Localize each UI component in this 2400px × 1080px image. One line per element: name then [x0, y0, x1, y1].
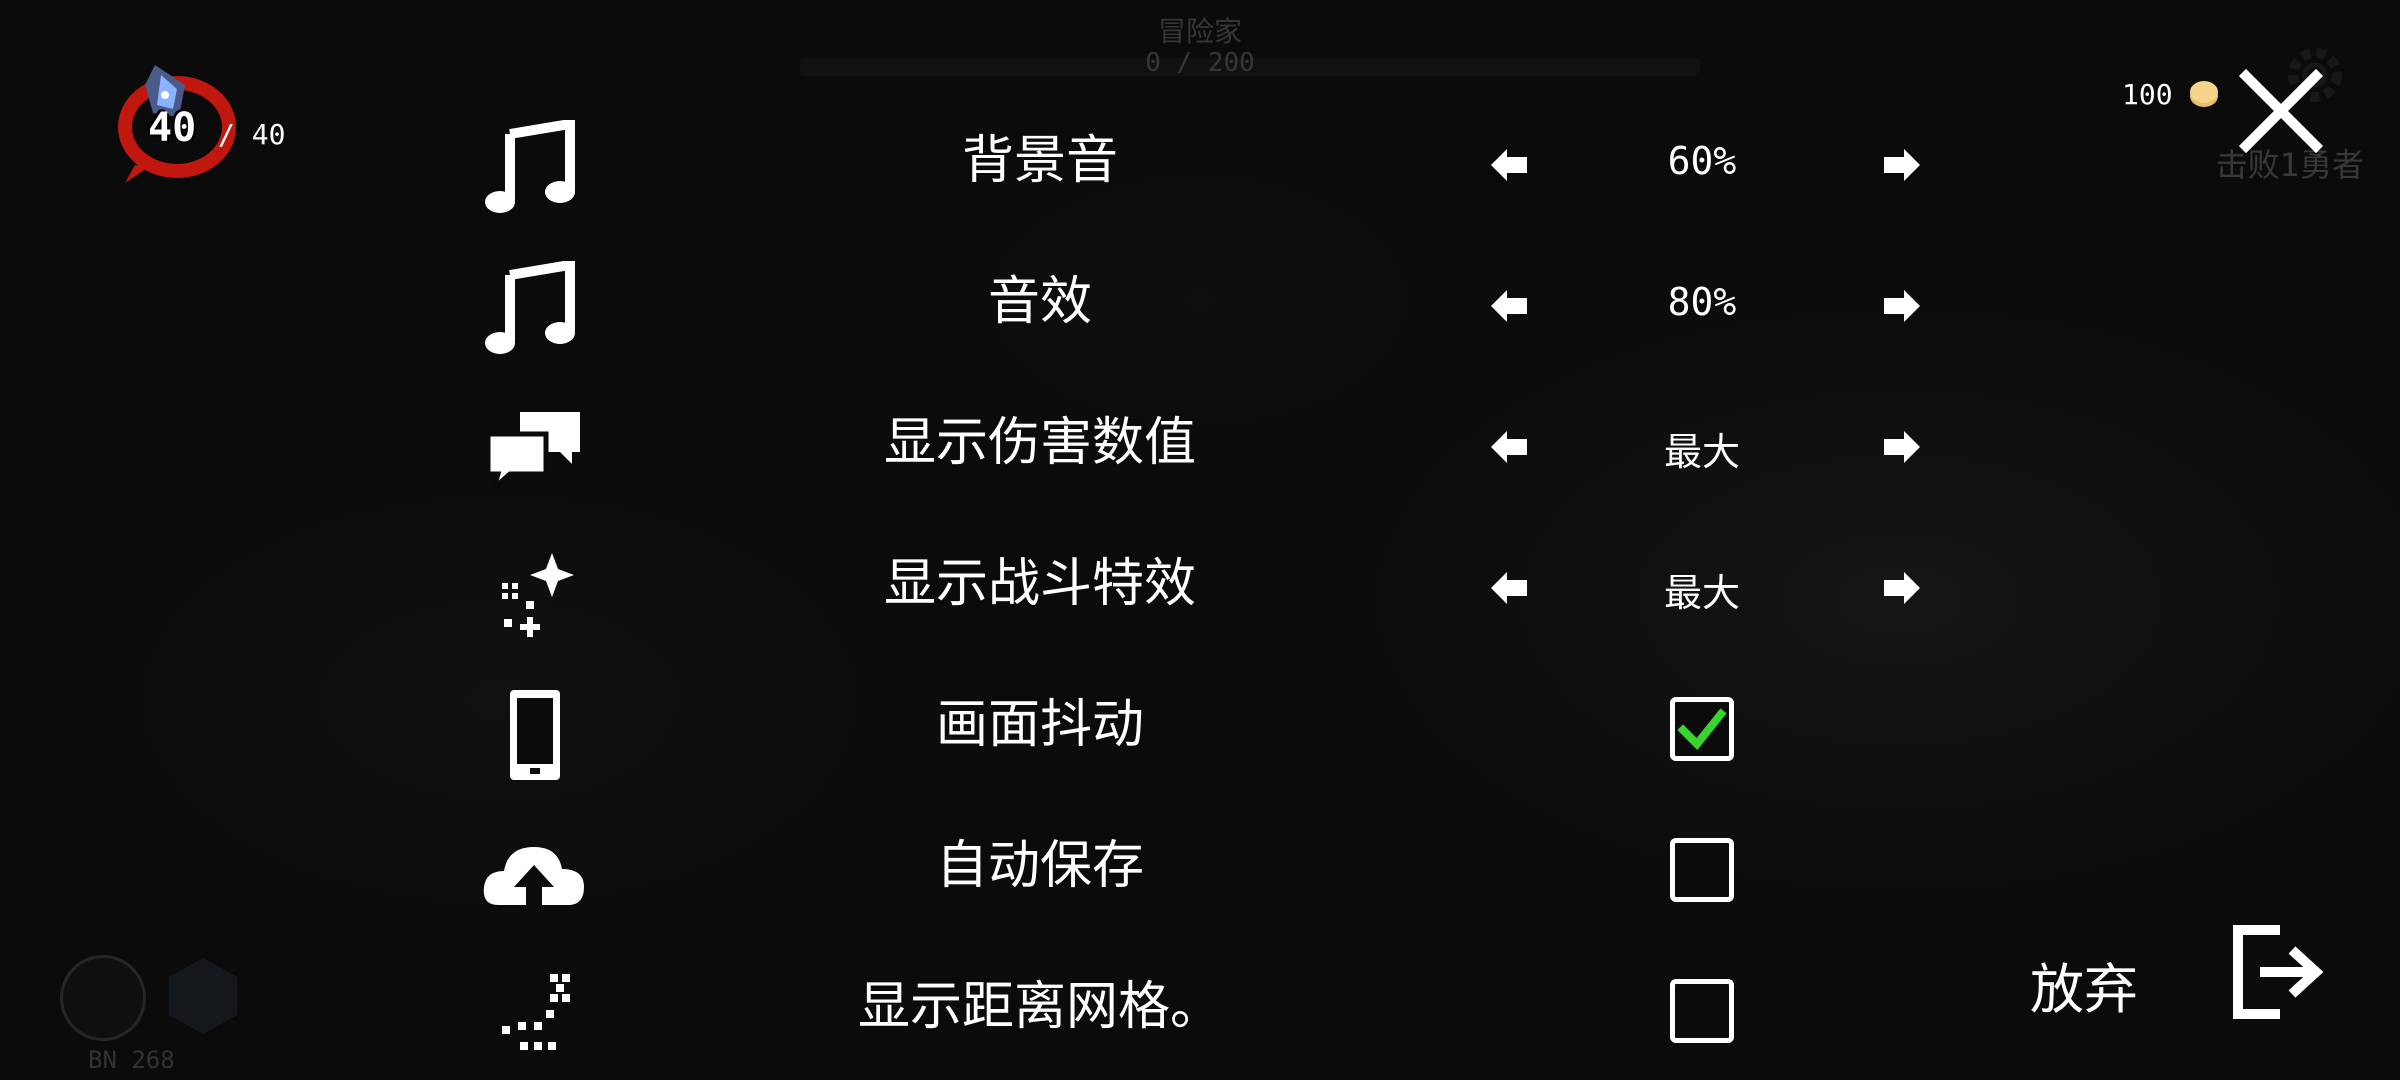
setting-value: 最大 — [1663, 571, 1740, 615]
setting-row-combat-effects: 显示战斗特效 最大 — [0, 518, 2400, 658]
speech-bubbles-icon — [485, 412, 580, 496]
sparkles-icon — [502, 553, 574, 637]
top-title: 冒险家 — [1157, 15, 1242, 48]
setting-value: 60% — [1667, 139, 1737, 183]
setting-label: 音效 — [987, 272, 1092, 332]
checkmark-icon — [1677, 708, 1727, 750]
autosave-checkbox[interactable] — [1670, 838, 1734, 902]
setting-label: 自动保存 — [935, 836, 1144, 896]
screen-shake-checkbox[interactable] — [1670, 697, 1734, 761]
arrow-left-icon[interactable] — [1487, 284, 1531, 328]
distance-grid-checkbox[interactable] — [1670, 979, 1734, 1043]
cloud-upload-icon — [483, 847, 584, 905]
setting-row-damage-numbers: 显示伤害数值 最大 — [0, 377, 2400, 517]
arrow-left-icon[interactable] — [1487, 425, 1531, 469]
arrow-right-icon[interactable] — [1880, 425, 1924, 469]
grid-dots-icon — [502, 974, 570, 1050]
setting-label: 背景音 — [961, 131, 1118, 191]
settings-screen: 冒险家 0 / 200 击败1勇者 BN 268 40 / 40 100 背景音… — [0, 0, 2400, 1080]
phone-icon — [510, 690, 560, 780]
setting-label: 画面抖动 — [935, 695, 1144, 755]
exit-icon[interactable] — [2230, 922, 2326, 1022]
top-count: 0 / 200 — [1145, 48, 1255, 78]
setting-row-sfx: 音效 80% — [0, 236, 2400, 376]
setting-row-screen-shake: 画面抖动 — [0, 659, 2400, 799]
arrow-right-icon[interactable] — [1880, 284, 1924, 328]
setting-label: 显示距离网格。 — [857, 977, 1222, 1037]
setting-row-bgm: 背景音 60% — [0, 95, 2400, 235]
music-note-icon — [485, 261, 575, 354]
setting-value: 80% — [1667, 280, 1737, 324]
give-up-label: 放弃 — [2030, 958, 2138, 1021]
arrow-right-icon[interactable] — [1880, 566, 1924, 610]
setting-label: 显示战斗特效 — [883, 554, 1196, 614]
setting-value: 最大 — [1663, 430, 1740, 474]
arrow-left-icon[interactable] — [1487, 143, 1531, 187]
setting-label: 显示伤害数值 — [883, 413, 1196, 473]
arrow-left-icon[interactable] — [1487, 566, 1531, 610]
music-note-icon — [485, 120, 575, 213]
arrow-right-icon[interactable] — [1880, 143, 1924, 187]
